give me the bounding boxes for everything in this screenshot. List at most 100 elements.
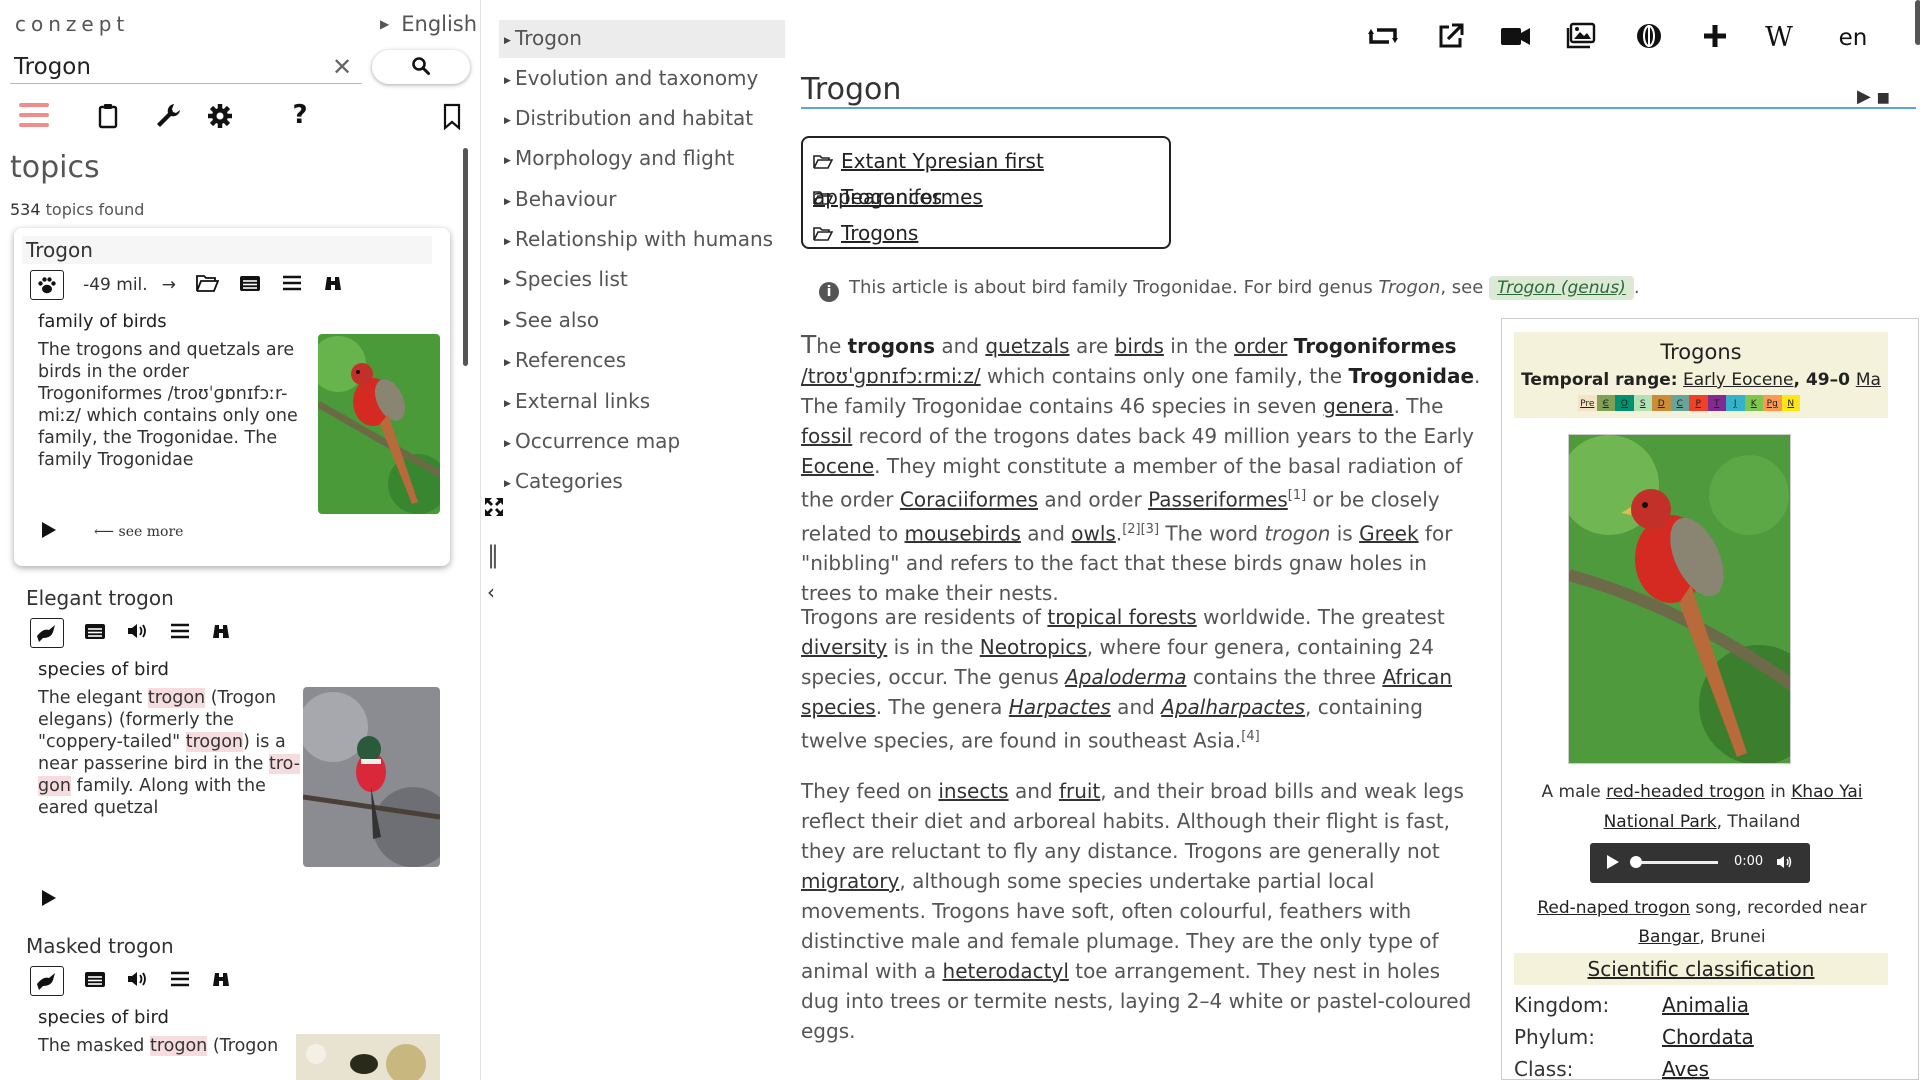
binoculars-icon[interactable]	[210, 621, 232, 645]
result-card[interactable]: Trogon -49 mil. → family of birds The tro…	[14, 228, 450, 566]
toc-item[interactable]: ▶ External links	[499, 383, 785, 421]
results-scrollbar[interactable]	[463, 148, 468, 366]
timeline-period[interactable]: Є	[1596, 395, 1615, 411]
toc-item[interactable]: ▶ Categories	[499, 463, 785, 501]
timeline-period[interactable]: D	[1652, 395, 1671, 411]
category-item[interactable]: Extant Ypresian first appearances	[813, 144, 1159, 209]
link[interactable]: genera	[1323, 394, 1393, 418]
result-title[interactable]: Masked trogon	[22, 932, 432, 960]
citation[interactable]: [1]	[1288, 488, 1306, 503]
hatnote-link[interactable]: Trogon (genus)	[1489, 276, 1634, 300]
article-scrollbar[interactable]	[1915, 0, 1920, 45]
result-title[interactable]: Trogon	[22, 236, 432, 264]
link[interactable]: diversity	[801, 635, 887, 659]
link[interactable]: fruit	[1059, 779, 1100, 803]
globe-circle-icon[interactable]	[1631, 22, 1667, 58]
rank-value-link[interactable]: Aves	[1662, 1057, 1709, 1079]
play-icon[interactable]	[40, 520, 58, 544]
hamburger-menu-icon[interactable]	[18, 100, 50, 132]
help-icon[interactable]: ?	[284, 100, 316, 132]
timeline-period[interactable]: S	[1633, 395, 1652, 411]
toc-item[interactable]: ▶ See also	[499, 302, 785, 340]
timeline-period[interactable]: Pre	[1578, 395, 1597, 411]
category-item[interactable]: Trogons	[813, 216, 1159, 252]
paw-icon[interactable]	[30, 270, 64, 300]
plus-icon[interactable]	[1697, 22, 1733, 58]
audio-scrubber[interactable]	[1630, 856, 1642, 868]
geologic-timeline[interactable]: Pre Є O S D C P T J K Pg N	[1578, 395, 1800, 411]
play-icon[interactable]: ▶	[1857, 86, 1871, 107]
toc-item[interactable]: ▶ Trogon	[499, 20, 785, 58]
link[interactable]: Apalharpactes	[1161, 695, 1305, 719]
link[interactable]: Greek	[1359, 521, 1418, 545]
link[interactable]: insects	[938, 779, 1008, 803]
wrench-icon[interactable]	[152, 100, 184, 132]
link[interactable]: order	[1234, 334, 1287, 358]
link[interactable]: migratory	[801, 869, 899, 893]
timeline-period[interactable]: C	[1670, 395, 1689, 411]
toc-item[interactable]: ▶ Relationship with humans	[499, 221, 785, 259]
category-link[interactable]: Trogons	[841, 221, 918, 245]
link[interactable]: Coraciiformes	[900, 488, 1038, 512]
link[interactable]: birds	[1115, 334, 1164, 358]
wikipedia-icon[interactable]: W	[1757, 22, 1801, 58]
masked-trogon-thumbnail[interactable]	[296, 1034, 440, 1080]
link[interactable]: Neotropics	[980, 635, 1087, 659]
trogon-thumbnail[interactable]	[318, 334, 440, 514]
timeline-period[interactable]: T	[1707, 395, 1726, 411]
language-selector[interactable]: ▶ English	[380, 12, 476, 36]
volume-icon[interactable]	[1776, 854, 1794, 874]
binoculars-icon[interactable]	[322, 273, 344, 297]
pause-icon[interactable]: ‖	[487, 541, 499, 569]
search-input[interactable]	[10, 50, 362, 84]
fullscreen-expand-icon[interactable]	[483, 496, 505, 522]
toc-item[interactable]: ▶ Distribution and habitat	[499, 100, 785, 138]
result-card[interactable]: Elegant trogon species of bird The elega…	[14, 576, 450, 906]
elegant-trogon-thumbnail[interactable]	[303, 687, 440, 867]
bookmark-icon[interactable]	[436, 100, 468, 132]
audio-progress[interactable]	[1636, 861, 1718, 864]
range-unit-link[interactable]: Ma	[1856, 370, 1881, 390]
list-table-icon[interactable]	[83, 621, 107, 645]
timeline-period[interactable]: K	[1744, 395, 1763, 411]
citation[interactable]: [2][3]	[1122, 522, 1159, 537]
link[interactable]: fossil	[801, 424, 852, 448]
toc-item[interactable]: ▶ Occurrence map	[499, 423, 785, 461]
pronunciation-link[interactable]: /troʊˈɡɒnɪfɔːrmiːz/	[801, 364, 981, 388]
timeline-period[interactable]: O	[1615, 395, 1634, 411]
bird-icon[interactable]	[30, 618, 64, 648]
link[interactable]: owls	[1071, 521, 1116, 545]
timeline-period[interactable]: N	[1781, 395, 1800, 411]
toc-item[interactable]: ▶ References	[499, 342, 785, 380]
infobox-image[interactable]	[1568, 434, 1791, 764]
gear-icon[interactable]	[204, 100, 236, 132]
link[interactable]: species	[801, 695, 876, 719]
result-title[interactable]: Elegant trogon	[22, 584, 432, 612]
rank-value-link[interactable]: Chordata	[1662, 1025, 1754, 1049]
link[interactable]: Harpactes	[1009, 695, 1111, 719]
play-icon[interactable]	[1606, 854, 1620, 874]
text-lines-icon[interactable]	[169, 621, 191, 645]
external-link-icon[interactable]	[1433, 22, 1469, 58]
timeline-period[interactable]: Pg	[1763, 395, 1782, 411]
result-card[interactable]: Masked trogon species of bird The masked…	[14, 924, 450, 1080]
list-table-icon[interactable]	[238, 273, 262, 297]
link[interactable]: Red-naped trogon	[1537, 898, 1690, 918]
category-item[interactable]: Trogoniformes	[813, 180, 1159, 216]
rank-value-link[interactable]: Animalia	[1662, 993, 1749, 1017]
category-link[interactable]: Trogoniformes	[841, 185, 983, 209]
app-brand[interactable]: conzept	[15, 12, 129, 36]
video-camera-icon[interactable]	[1495, 22, 1535, 58]
speaker-icon[interactable]	[126, 969, 150, 993]
see-more-link[interactable]: ⟵ see more	[94, 524, 183, 540]
binoculars-icon[interactable]	[210, 969, 232, 993]
bird-icon[interactable]	[30, 966, 64, 996]
range-link[interactable]: Early Eocene	[1683, 370, 1794, 390]
folder-icon[interactable]	[195, 273, 220, 297]
link[interactable]: Bangar	[1638, 927, 1699, 947]
speaker-icon[interactable]	[126, 621, 150, 645]
chevron-left-icon[interactable]: ‹	[487, 580, 495, 604]
timeline-period[interactable]: J	[1726, 395, 1745, 411]
text-lines-icon[interactable]	[281, 273, 303, 297]
link[interactable]: Passeriformes	[1148, 488, 1288, 512]
